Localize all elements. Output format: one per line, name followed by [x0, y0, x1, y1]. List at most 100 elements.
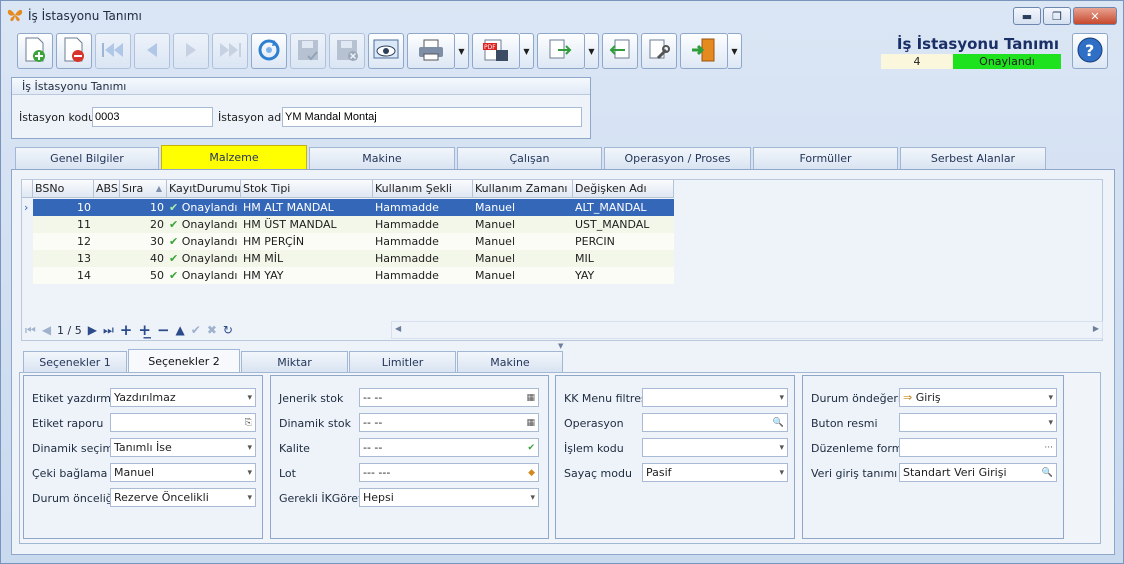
print-button[interactable]: [407, 33, 455, 69]
approved-check-icon: ✔: [169, 252, 182, 265]
print-dropdown[interactable]: ▼: [455, 33, 469, 69]
tab-quantity[interactable]: Miktar: [241, 351, 348, 372]
chevron-down-icon: ▾: [247, 443, 252, 453]
material-grid[interactable]: BSNo ABSN Sıra ▲ KayıtDurumu Stok Tipi Ku…: [21, 179, 1103, 341]
station-name-input[interactable]: [282, 107, 582, 127]
nav-add-icon[interactable]: +: [120, 321, 133, 339]
pdf-dropdown[interactable]: ▼: [520, 33, 534, 69]
maximize-button[interactable]: ❐: [1043, 7, 1071, 25]
calculator-icon[interactable]: ▦: [526, 390, 535, 406]
last-record-button[interactable]: [212, 33, 248, 69]
cancel-changes-button[interactable]: [329, 33, 365, 69]
exit-button[interactable]: [680, 33, 728, 69]
quality-input[interactable]: -- -- ✔: [359, 438, 539, 457]
table-row[interactable]: 12 30 ✔ Onaylandı HM PERÇİN Hammadde Manuel PE…: [22, 233, 674, 250]
cell-stock-type: HM ALT MANDAL: [241, 199, 373, 216]
counter-mode-select[interactable]: Pasif ▾: [642, 463, 788, 482]
cell-usage-time: Manuel: [473, 233, 573, 250]
tab-options-1[interactable]: Seçenekler 1: [23, 351, 127, 372]
tab-material[interactable]: Malzeme: [161, 145, 307, 169]
nav-cancel-icon[interactable]: ✖: [207, 323, 217, 337]
first-record-button[interactable]: [95, 33, 131, 69]
row-indicator: [22, 250, 33, 267]
close-button[interactable]: ✕: [1073, 7, 1117, 25]
tab-general[interactable]: Genel Bilgiler: [15, 147, 159, 169]
new-record-button[interactable]: [17, 33, 53, 69]
dynamic-stock-input[interactable]: -- -- ▦: [359, 413, 539, 432]
table-row[interactable]: 11 20 ✔ Onaylandı HM ÜST MANDAL Hammadde Manu…: [22, 216, 674, 233]
exit-dropdown[interactable]: ▼: [728, 33, 742, 69]
search-icon[interactable]: 🔍: [773, 415, 784, 431]
help-button[interactable]: ?: [1072, 33, 1108, 69]
export-button[interactable]: [537, 33, 585, 69]
label-report-input[interactable]: ⎘: [110, 413, 256, 432]
nav-insert-icon[interactable]: +̲: [138, 321, 151, 339]
nav-edit-icon[interactable]: ▲: [176, 323, 185, 337]
nav-refresh-icon[interactable]: ↻: [223, 323, 233, 337]
col-absn[interactable]: ABSN: [94, 180, 120, 198]
station-name-label: İstasyon adı: [218, 111, 285, 124]
process-code-select[interactable]: ▾: [642, 438, 788, 457]
tab-machine[interactable]: Makine: [309, 147, 455, 169]
dynamic-select-select[interactable]: Tanımlı İse ▾: [110, 438, 256, 457]
nav-post-icon[interactable]: ✔: [191, 323, 201, 337]
next-record-button[interactable]: [173, 33, 209, 69]
generic-stock-input[interactable]: -- -- ▦: [359, 388, 539, 407]
col-degisken-adi[interactable]: Değişken Adı: [573, 180, 674, 198]
table-row[interactable]: 14 50 ✔ Onaylandı HM YAY Hammadde Manuel YAY: [22, 267, 674, 284]
col-kullanim-sekli[interactable]: Kullanım Şekli: [373, 180, 473, 198]
lot-input[interactable]: --- --- ◆: [359, 463, 539, 482]
tab-limits[interactable]: Limitler: [349, 351, 456, 372]
pdf-export-button[interactable]: PDF: [472, 33, 520, 69]
report-lookup-icon[interactable]: ⎘: [245, 415, 252, 431]
table-row[interactable]: 13 40 ✔ Onaylandı HM MİL Hammadde Manuel MIL: [22, 250, 674, 267]
refresh-button[interactable]: [251, 33, 287, 69]
qc-menu-filter-select[interactable]: ▾: [642, 388, 788, 407]
table-row[interactable]: › 10 10 ✔ Onaylandı HM ALT MANDAL Hammadde Man…: [22, 199, 674, 216]
data-entry-def-input[interactable]: Standart Veri Girişi 🔍: [899, 463, 1057, 482]
nav-last-icon[interactable]: ⏭: [103, 323, 114, 338]
prev-record-button[interactable]: [134, 33, 170, 69]
edit-form-input[interactable]: ···: [899, 438, 1057, 457]
tag-icon[interactable]: ◆: [528, 465, 535, 481]
nav-first-icon[interactable]: ⏮: [25, 323, 36, 338]
tab-worker[interactable]: Çalışan: [457, 147, 602, 169]
col-kullanim-zamani[interactable]: Kullanım Zamanı: [473, 180, 573, 198]
col-sira[interactable]: Sıra ▲: [120, 180, 167, 198]
tab-operation[interactable]: Operasyon / Proses: [604, 147, 751, 169]
col-kayit-durumu[interactable]: KayıtDurumu: [167, 180, 241, 198]
required-task-select[interactable]: Hepsi ▾: [359, 488, 539, 507]
main-window: İş İstasyonu Tanımı ▬ ❐ ✕ ▼ PDF ▼ ▼ ▼ İş…: [0, 0, 1124, 564]
calculator-icon[interactable]: ▦: [526, 415, 535, 431]
operation-input[interactable]: 🔍: [642, 413, 788, 432]
search-icon[interactable]: 🔍: [1042, 465, 1053, 481]
minimize-button[interactable]: ▬: [1013, 7, 1041, 25]
splitter-arrow-icon[interactable]: ▼: [558, 342, 563, 350]
scroll-right-icon[interactable]: ▶: [1093, 324, 1099, 333]
ceki-binding-select[interactable]: Manuel ▾: [110, 463, 256, 482]
scroll-left-icon[interactable]: ◀: [395, 324, 401, 333]
tab-formulas[interactable]: Formüller: [753, 147, 898, 169]
nav-delete-icon[interactable]: −: [157, 321, 170, 339]
save-button[interactable]: [290, 33, 326, 69]
ellipsis-icon[interactable]: ···: [1044, 440, 1053, 456]
nav-next-icon[interactable]: ▶: [88, 323, 97, 337]
tab-sub-machine[interactable]: Makine: [457, 351, 563, 372]
status-priority-select[interactable]: Rezerve Öncelikli ▾: [110, 488, 256, 507]
col-bsno[interactable]: BSNo: [33, 180, 94, 198]
col-stok-tipi[interactable]: Stok Tipi: [241, 180, 373, 198]
default-status-select[interactable]: ⇒ Giriş ▾: [899, 388, 1057, 407]
preview-button[interactable]: [368, 33, 404, 69]
tools-button[interactable]: [641, 33, 677, 69]
import-button[interactable]: [602, 33, 638, 69]
grid-horizontal-scrollbar[interactable]: ◀ ▶: [391, 321, 1103, 339]
tab-free-fields[interactable]: Serbest Alanlar: [900, 147, 1046, 169]
print-label-select[interactable]: Yazdırılmaz ▾: [110, 388, 256, 407]
station-code-input[interactable]: [92, 107, 213, 127]
delete-record-button[interactable]: [56, 33, 92, 69]
export-dropdown[interactable]: ▼: [585, 33, 599, 69]
nav-prev-icon[interactable]: ◀: [42, 323, 51, 337]
check-icon[interactable]: ✔: [527, 440, 535, 456]
button-image-select[interactable]: ▾: [899, 413, 1057, 432]
tab-options-2[interactable]: Seçenekler 2: [128, 349, 240, 372]
